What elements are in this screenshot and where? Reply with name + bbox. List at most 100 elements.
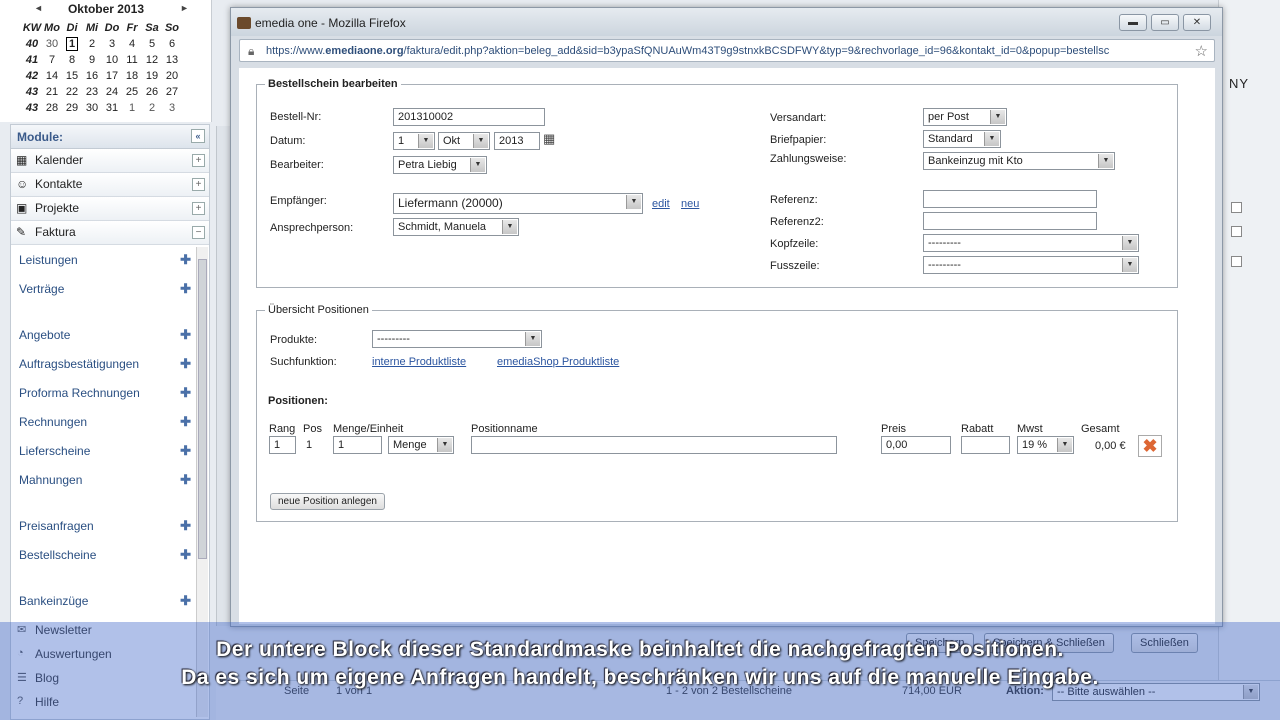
datum-day-select[interactable]: 1 ▼: [393, 132, 435, 150]
faktura-item-lieferscheine[interactable]: Lieferscheine ✚: [11, 437, 197, 466]
delete-icon[interactable]: ✖: [1138, 435, 1162, 457]
calendar-day[interactable]: 2: [142, 100, 162, 116]
add-icon[interactable]: ✚: [180, 547, 191, 563]
add-icon[interactable]: ✚: [180, 472, 191, 488]
expand-icon[interactable]: +: [192, 202, 205, 215]
add-icon[interactable]: ✚: [180, 356, 191, 372]
calendar-day[interactable]: 29: [62, 100, 82, 116]
calendar-day[interactable]: 26: [142, 84, 162, 100]
module-kalender[interactable]: ▦ Kalender +: [11, 149, 209, 173]
expand-icon[interactable]: +: [192, 154, 205, 167]
maximize-icon[interactable]: ▭: [1151, 14, 1179, 31]
interne-produktliste-link[interactable]: interne Produktliste: [372, 356, 466, 368]
calendar-day[interactable]: 7: [42, 52, 62, 68]
module-kontakte[interactable]: ☺ Kontakte +: [11, 173, 209, 197]
add-icon[interactable]: ✚: [180, 593, 191, 609]
expand-icon[interactable]: +: [192, 178, 205, 191]
zahlungsweise-select[interactable]: Bankeinzug mit Kto ▼: [923, 152, 1115, 170]
edit-link[interactable]: edit: [652, 198, 670, 210]
referenz-input[interactable]: [923, 190, 1097, 208]
add-icon[interactable]: ✚: [180, 385, 191, 401]
empfaenger-select[interactable]: Liefermann (20000) ▼: [393, 193, 643, 214]
calendar-next-button[interactable]: ►: [180, 3, 189, 13]
add-icon[interactable]: ✚: [180, 518, 191, 534]
faktura-item-bestellscheine[interactable]: Bestellscheine ✚: [11, 541, 197, 570]
module-faktura[interactable]: ✎ Faktura −: [11, 221, 209, 245]
briefpapier-select[interactable]: Standard ▼: [923, 130, 1001, 148]
faktura-item-angebote[interactable]: Angebote ✚: [11, 321, 197, 350]
add-icon[interactable]: ✚: [180, 252, 191, 268]
faktura-item-preisanfragen[interactable]: Preisanfragen ✚: [11, 512, 197, 541]
window-titlebar[interactable]: emedia one - Mozilla Firefox ▬ ▭ ✕: [231, 8, 1222, 36]
calendar-day[interactable]: 28: [42, 100, 62, 116]
scrollbar-thumb[interactable]: [198, 259, 207, 559]
calendar-day[interactable]: 11: [122, 52, 142, 68]
bestell-nr-input[interactable]: 201310002: [393, 108, 545, 126]
add-icon[interactable]: ✚: [180, 281, 191, 297]
calendar-day[interactable]: 21: [42, 84, 62, 100]
versandart-select[interactable]: per Post ▼: [923, 108, 1007, 126]
faktura-item-proforma-rechnungen[interactable]: Proforma Rechnungen ✚: [11, 379, 197, 408]
calendar-day[interactable]: 23: [82, 84, 102, 100]
calendar-day[interactable]: 30: [42, 36, 62, 52]
calendar-day[interactable]: 5: [142, 36, 162, 52]
bookmark-star-icon[interactable]: ☆: [1195, 42, 1208, 60]
minimize-icon[interactable]: ▬: [1119, 14, 1147, 31]
calendar-day[interactable]: 30: [82, 100, 102, 116]
bearbeiter-select[interactable]: Petra Liebig ▼: [393, 156, 487, 174]
mwst-select[interactable]: 19 % ▼: [1017, 436, 1074, 454]
calendar-day[interactable]: 24: [102, 84, 122, 100]
faktura-item-verträge[interactable]: Verträge ✚: [11, 275, 197, 304]
calendar-day[interactable]: 19: [142, 68, 162, 84]
datum-month-select[interactable]: Okt ▼: [438, 132, 490, 150]
datum-year-input[interactable]: 2013: [494, 132, 540, 150]
collapse-module-icon[interactable]: −: [192, 226, 205, 239]
neu-link[interactable]: neu: [681, 198, 699, 210]
fusszeile-select[interactable]: --------- ▼: [923, 256, 1139, 274]
referenz2-input[interactable]: [923, 212, 1097, 230]
einheit-select[interactable]: Menge ▼: [388, 436, 454, 454]
collapse-icon[interactable]: «: [191, 129, 205, 143]
calendar-day[interactable]: 12: [142, 52, 162, 68]
calendar-day[interactable]: 17: [102, 68, 122, 84]
close-icon[interactable]: ✕: [1183, 14, 1211, 31]
calendar-day[interactable]: 25: [122, 84, 142, 100]
date-picker-icon[interactable]: ▦: [543, 131, 555, 147]
faktura-item-rechnungen[interactable]: Rechnungen ✚: [11, 408, 197, 437]
calendar-day[interactable]: 22: [62, 84, 82, 100]
calendar-day-today[interactable]: 1: [62, 36, 82, 52]
kopfzeile-select[interactable]: --------- ▼: [923, 234, 1139, 252]
calendar-day[interactable]: 13: [162, 52, 182, 68]
faktura-item-auftragsbestätigungen[interactable]: Auftragsbestätigungen ✚: [11, 350, 197, 379]
add-icon[interactable]: ✚: [180, 414, 191, 430]
calendar-day[interactable]: 18: [122, 68, 142, 84]
preis-input[interactable]: 0,00: [881, 436, 951, 454]
calendar-day[interactable]: 1: [122, 100, 142, 116]
calendar-day[interactable]: 20: [162, 68, 182, 84]
rabatt-input[interactable]: [961, 436, 1010, 454]
background-checkbox[interactable]: [1231, 226, 1242, 237]
shop-produktliste-link[interactable]: emediaShop Produktliste: [497, 356, 619, 368]
calendar-day[interactable]: 9: [82, 52, 102, 68]
calendar-day[interactable]: 3: [102, 36, 122, 52]
calendar-day[interactable]: 4: [122, 36, 142, 52]
menge-input[interactable]: 1: [333, 436, 382, 454]
faktura-item-mahnungen[interactable]: Mahnungen ✚: [11, 466, 197, 495]
calendar-day[interactable]: 3: [162, 100, 182, 116]
calendar-day[interactable]: 16: [82, 68, 102, 84]
calendar-day[interactable]: 2: [82, 36, 102, 52]
calendar-day[interactable]: 31: [102, 100, 122, 116]
background-checkbox[interactable]: [1231, 256, 1242, 267]
faktura-item-leistungen[interactable]: Leistungen ✚: [11, 246, 197, 275]
rang-input[interactable]: 1: [269, 436, 296, 454]
produkte-select[interactable]: --------- ▼: [372, 330, 542, 348]
add-icon[interactable]: ✚: [180, 443, 191, 459]
calendar-day[interactable]: 8: [62, 52, 82, 68]
faktura-item-bankeinzüge[interactable]: Bankeinzüge ✚: [11, 587, 197, 616]
module-projekte[interactable]: ▣ Projekte +: [11, 197, 209, 221]
calendar-day[interactable]: 6: [162, 36, 182, 52]
calendar-day[interactable]: 10: [102, 52, 122, 68]
calendar-day[interactable]: 15: [62, 68, 82, 84]
calendar-day[interactable]: 14: [42, 68, 62, 84]
add-position-button[interactable]: neue Position anlegen: [270, 493, 385, 510]
